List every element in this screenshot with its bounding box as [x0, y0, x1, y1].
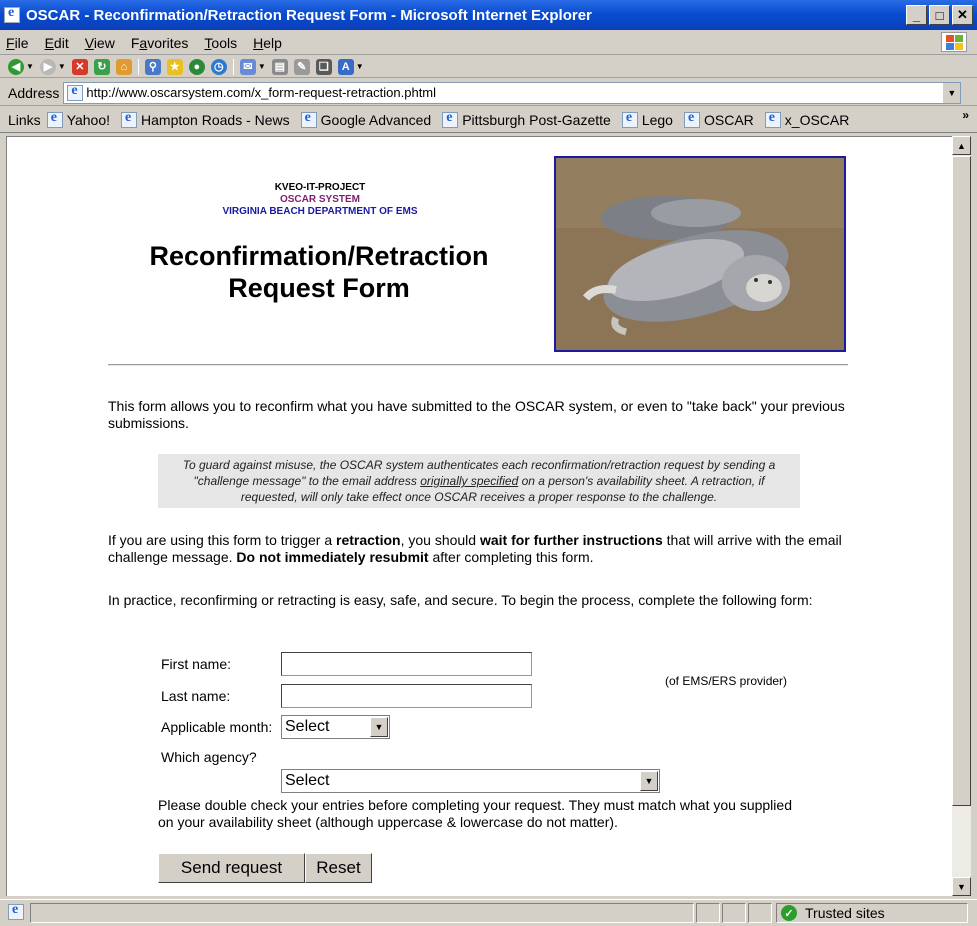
- practice-text: In practice, reconfirming or retracting …: [108, 592, 813, 608]
- address-dropdown-icon[interactable]: ▼: [942, 82, 961, 103]
- stop-icon[interactable]: ✕: [71, 58, 88, 75]
- trusted-check-icon: ✓: [781, 905, 797, 921]
- close-button[interactable]: ✕: [952, 5, 973, 25]
- back-icon[interactable]: ◀: [8, 58, 24, 75]
- ie-app-icon: [4, 5, 20, 23]
- history-icon[interactable]: ◷: [210, 58, 227, 75]
- address-bar: Address http://www.oscarsystem.com/x_for…: [0, 80, 977, 106]
- first-name-field[interactable]: [281, 652, 532, 676]
- double-check-note: Please double check your entries before …: [158, 797, 792, 830]
- research-icon[interactable]: A: [337, 58, 354, 75]
- last-name-field[interactable]: [281, 684, 532, 708]
- forward-dropdown-icon[interactable]: ▼: [58, 62, 66, 71]
- link-lego[interactable]: Lego: [621, 110, 673, 128]
- cat-photo: [554, 156, 846, 352]
- link-pittsburgh-post-gazette[interactable]: Pittsburgh Post-Gazette: [442, 110, 611, 128]
- window-title: OSCAR - Reconfirmation/Retraction Reques…: [26, 6, 592, 24]
- menu-file[interactable]: File: [6, 35, 29, 51]
- favorites-star-icon[interactable]: ★: [166, 58, 183, 75]
- org-line-department: VIRGINIA BEACH DEPARTMENT OF EMS: [222, 206, 418, 217]
- status-page-icon: [8, 902, 24, 920]
- ie-page-icon: [621, 110, 638, 128]
- mail-icon[interactable]: ✉: [239, 58, 256, 75]
- link-x-oscar[interactable]: x_OSCAR: [764, 110, 849, 128]
- first-name-label: First name:: [161, 656, 232, 672]
- month-dropdown-icon[interactable]: ▼: [370, 717, 388, 737]
- page-title: Reconfirmation/Retraction Request Form: [149, 241, 489, 303]
- link-yahoo[interactable]: Yahoo!: [46, 110, 110, 128]
- scroll-down-icon[interactable]: ▼: [952, 877, 971, 896]
- maximize-button[interactable]: □: [929, 5, 950, 25]
- address-url: http://www.oscarsystem.com/x_form-reques…: [86, 85, 437, 100]
- ie-page-icon: [442, 110, 459, 128]
- menu-view[interactable]: View: [85, 35, 115, 51]
- menu-edit[interactable]: Edit: [45, 35, 69, 51]
- misuse-note: To guard against misuse, the OSCAR syste…: [158, 454, 800, 508]
- org-header: KVEO-IT-PROJECT OSCAR SYSTEM VIRGINIA BE…: [175, 182, 465, 218]
- print-icon[interactable]: ▤: [271, 58, 288, 75]
- last-name-label: Last name:: [161, 688, 231, 704]
- scroll-thumb[interactable]: [952, 156, 971, 806]
- cat-photo-illustration: [556, 158, 844, 350]
- org-line-system: OSCAR SYSTEM: [279, 194, 360, 205]
- agency-select[interactable]: Select ▼: [281, 769, 660, 793]
- refresh-icon[interactable]: ↻: [93, 58, 110, 75]
- address-input[interactable]: http://www.oscarsystem.com/x_form-reques…: [63, 81, 962, 104]
- link-hampton-roads-news[interactable]: Hampton Roads - News: [121, 110, 290, 128]
- month-label: Applicable month:: [161, 719, 273, 735]
- mail-dropdown-icon[interactable]: ▼: [258, 62, 266, 71]
- reset-button[interactable]: Reset: [305, 853, 372, 883]
- menu-tools[interactable]: Tools: [204, 35, 237, 51]
- ie-page-icon: [683, 110, 700, 128]
- zone-label: Trusted sites: [805, 905, 885, 921]
- menu-bar: File Edit View Favorites Tools Help: [0, 31, 977, 55]
- research-dropdown-icon[interactable]: ▼: [356, 62, 364, 71]
- page-icon: [67, 83, 84, 101]
- window-titlebar[interactable]: OSCAR - Reconfirmation/Retraction Reques…: [0, 0, 977, 30]
- menu-favorites[interactable]: Favorites: [131, 35, 189, 51]
- ie-page-icon: [764, 110, 781, 128]
- ie-page-icon: [121, 110, 138, 128]
- search-icon[interactable]: ⚲: [144, 58, 161, 75]
- discuss-icon[interactable]: ❏: [315, 58, 332, 75]
- ie-page-icon: [46, 110, 63, 128]
- link-google-advanced[interactable]: Google Advanced: [300, 110, 431, 128]
- header-divider: [108, 364, 848, 366]
- home-icon[interactable]: ⌂: [115, 58, 132, 75]
- links-label: Links: [8, 111, 41, 128]
- vertical-scrollbar[interactable]: ▲ ▼: [952, 136, 971, 896]
- send-request-button[interactable]: Send request: [158, 853, 305, 883]
- standard-toolbar: ◀ ▼ ▶ ▼ ✕ ↻ ⌂ ⚲ ★ ● ◷ ✉ ▼ ▤ ✎ ❏ A ▼: [0, 56, 977, 78]
- page-viewport: KVEO-IT-PROJECT OSCAR SYSTEM VIRGINIA BE…: [6, 136, 952, 896]
- menu-help[interactable]: Help: [253, 35, 282, 51]
- scroll-up-icon[interactable]: ▲: [952, 136, 971, 155]
- intro-text: This form allows you to reconfirm what y…: [108, 398, 845, 431]
- agency-label: Which agency?: [161, 749, 257, 765]
- media-icon[interactable]: ●: [188, 58, 205, 75]
- back-dropdown-icon[interactable]: ▼: [26, 62, 34, 71]
- address-label: Address: [8, 84, 60, 101]
- status-bar: ✓ Trusted sites: [0, 899, 977, 925]
- forward-icon[interactable]: ▶: [39, 58, 56, 75]
- windows-logo-icon: [941, 32, 967, 52]
- org-line-project: KVEO-IT-PROJECT: [274, 182, 366, 193]
- provider-hint: (of EMS/ERS provider): [665, 674, 788, 688]
- retraction-instructions: If you are using this form to trigger a …: [108, 532, 842, 565]
- ie-page-icon: [300, 110, 317, 128]
- link-oscar[interactable]: OSCAR: [683, 110, 754, 128]
- security-zone[interactable]: ✓ Trusted sites: [781, 903, 885, 923]
- minimize-button[interactable]: _: [906, 5, 927, 25]
- links-bar: Links Yahoo! Hampton Roads - News Google…: [0, 107, 977, 133]
- agency-dropdown-icon[interactable]: ▼: [640, 771, 658, 791]
- month-select[interactable]: Select ▼: [281, 715, 390, 739]
- edit-icon[interactable]: ✎: [293, 58, 310, 75]
- links-more-chevron[interactable]: »: [962, 108, 969, 122]
